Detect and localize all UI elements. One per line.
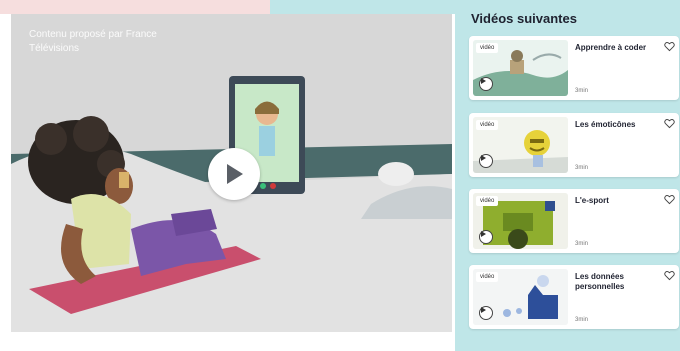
play-icon [227,164,243,184]
video-card-apprendre-a-coder[interactable]: vidéo Apprendre à coder 3min [469,36,679,100]
top-strip-left [0,0,270,14]
video-badge: vidéo [476,120,499,130]
video-card-les-donnees-personnelles[interactable]: vidéo Les données personnelles 3min [469,265,679,329]
video-card-l-e-sport[interactable]: vidéo L'e-sport 3min [469,189,679,253]
heart-icon[interactable] [664,41,675,52]
video-duration: 3min [575,88,589,94]
play-icon [479,77,493,91]
video-title: Les données personnelles [575,272,625,291]
heart-icon[interactable] [664,194,675,205]
video-duration: 3min [575,317,589,323]
video-title: Les émoticônes [575,120,636,129]
video-player[interactable]: Contenu proposé par France Télévisions [11,14,452,332]
heart-icon[interactable] [664,118,675,129]
play-icon [479,306,493,320]
video-title: L'e-sport [575,196,609,205]
video-thumbnail: vidéo [473,269,568,325]
heart-icon[interactable] [664,270,675,281]
video-badge: vidéo [476,196,499,206]
video-title: Apprendre à coder [575,43,647,52]
video-thumbnail: vidéo [473,40,568,96]
play-icon [479,154,493,168]
next-videos-sidebar: Vidéos suivantes vidéo Apprendre à coder… [455,0,680,351]
play-button[interactable] [208,148,260,200]
video-badge: vidéo [476,43,499,53]
video-duration: 3min [575,241,589,247]
video-badge: vidéo [476,272,499,282]
play-icon [479,230,493,244]
sidebar-title: Vidéos suivantes [471,11,577,26]
content-credit: Contenu proposé par France Télévisions [29,29,157,54]
video-duration: 3min [575,165,589,171]
video-card-les-emoticones[interactable]: vidéo Les émoticônes 3min [469,113,679,177]
video-thumbnail: vidéo [473,117,568,173]
video-thumbnail: vidéo [473,193,568,249]
